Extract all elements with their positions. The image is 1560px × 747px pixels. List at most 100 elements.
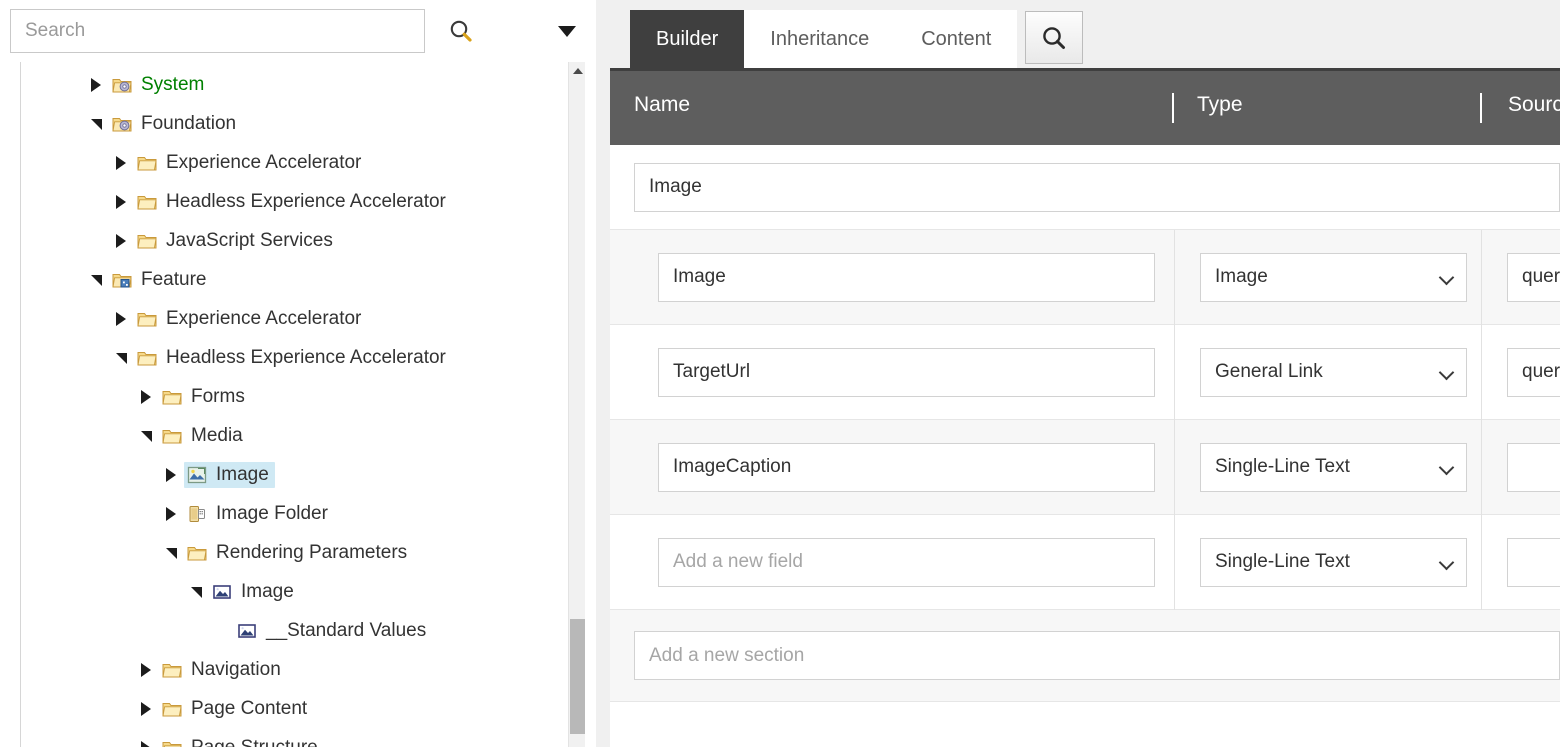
tree-item[interactable]: JavaScript Services — [21, 221, 585, 260]
triangle-down-icon — [116, 353, 127, 364]
tree-expand-toggle-expanded[interactable] — [133, 429, 159, 442]
triangle-right-icon — [91, 78, 101, 92]
tree-item[interactable]: __Standard Values — [21, 611, 585, 650]
field-row: Image — [610, 230, 1560, 325]
tab-content[interactable]: Content — [895, 10, 1017, 68]
add-new-section-input[interactable] — [634, 631, 1560, 680]
column-header-source: Source — [1508, 93, 1560, 117]
tree-expand-toggle-expanded[interactable] — [83, 273, 109, 286]
tree-item-link[interactable]: Experience Accelerator — [134, 306, 367, 332]
tree-item-link[interactable]: JavaScript Services — [134, 228, 339, 254]
section-name-input[interactable] — [634, 163, 1560, 212]
field-source-cell — [1482, 420, 1560, 515]
folder-icon — [161, 659, 183, 681]
add-section-row — [610, 610, 1560, 702]
tree-expand-toggle-collapsed[interactable] — [83, 78, 109, 92]
tree-expand-toggle-expanded[interactable] — [183, 585, 209, 598]
tree-item[interactable]: Forms — [21, 377, 585, 416]
chevron-up-icon — [573, 68, 583, 74]
field-type-cell: General Link — [1175, 325, 1482, 420]
column-header-type: Type — [1197, 93, 1243, 117]
tree-item[interactable]: Image — [21, 572, 585, 611]
field-name-input[interactable] — [658, 538, 1155, 587]
field-name-cell-inner — [610, 348, 1155, 397]
tree-scrollbar[interactable] — [568, 62, 585, 747]
triangle-down-icon — [91, 119, 102, 130]
field-type-select[interactable]: General Link — [1200, 348, 1467, 397]
builder-search-button[interactable] — [1025, 11, 1083, 64]
picture-icon — [236, 620, 258, 642]
field-name-input[interactable] — [658, 443, 1155, 492]
chevron-down-icon — [1439, 459, 1455, 475]
media-folder-icon — [186, 503, 208, 525]
tree-item-link[interactable]: Experience Accelerator — [134, 150, 367, 176]
tree-item-link[interactable]: Forms — [159, 384, 251, 410]
tree-item[interactable]: Page Structure — [21, 728, 585, 747]
tree-expand-toggle-collapsed[interactable] — [108, 312, 134, 326]
field-source-input[interactable] — [1507, 253, 1560, 302]
tab-builder[interactable]: Builder — [630, 10, 744, 68]
field-source-cell — [1482, 325, 1560, 420]
builder-body: Image General Link Single-Line Text Single-… — [610, 145, 1560, 747]
tree-item-link[interactable]: Page Content — [159, 696, 313, 722]
field-source-input[interactable] — [1507, 443, 1560, 492]
tree-expand-toggle-collapsed[interactable] — [158, 507, 184, 521]
tree-item[interactable]: System — [21, 65, 585, 104]
tree-item[interactable]: Rendering Parameters — [21, 533, 585, 572]
tree-expand-toggle-collapsed[interactable] — [133, 663, 159, 677]
tree-item-link[interactable]: Feature — [109, 267, 212, 293]
tree-expand-toggle-collapsed[interactable] — [158, 468, 184, 482]
tree-item-link[interactable]: Rendering Parameters — [184, 540, 413, 566]
field-type-value: Single-Line Text — [1215, 551, 1350, 573]
tree-item-link[interactable]: Image — [184, 462, 275, 488]
field-source-input[interactable] — [1507, 538, 1560, 587]
search-input[interactable] — [10, 9, 425, 53]
tree-item[interactable]: Foundation — [21, 104, 585, 143]
tree-item[interactable]: Navigation — [21, 650, 585, 689]
tree-expand-toggle-collapsed[interactable] — [108, 234, 134, 248]
tree-item-link[interactable]: Foundation — [109, 111, 242, 137]
tree-item[interactable]: Image Folder — [21, 494, 585, 533]
tree-search-bar — [0, 0, 610, 62]
tree-item-link[interactable]: Navigation — [159, 657, 287, 683]
tree-expand-toggle-expanded[interactable] — [108, 351, 134, 364]
tree-item[interactable]: Media — [21, 416, 585, 455]
field-type-select[interactable]: Image — [1200, 253, 1467, 302]
tree-item-link[interactable]: System — [109, 72, 210, 98]
scrollbar-thumb[interactable] — [570, 619, 585, 734]
tree-item-link[interactable]: Media — [159, 423, 249, 449]
tree-item-link[interactable]: Image — [209, 579, 300, 605]
tree-expand-toggle-collapsed[interactable] — [108, 156, 134, 170]
field-type-select[interactable]: Single-Line Text — [1200, 443, 1467, 492]
tree-expand-toggle-collapsed[interactable] — [108, 195, 134, 209]
tree-expand-toggle-collapsed[interactable] — [133, 390, 159, 404]
tree-item[interactable]: Feature — [21, 260, 585, 299]
search-options-dropdown[interactable] — [545, 9, 589, 53]
search-icon[interactable] — [439, 9, 483, 53]
tree-expand-toggle-collapsed[interactable] — [133, 702, 159, 716]
tree-item[interactable]: Page Content — [21, 689, 585, 728]
tree-item[interactable]: Headless Experience Accelerator — [21, 182, 585, 221]
field-type-cell-inner: Single-Line Text — [1175, 538, 1467, 587]
field-name-input[interactable] — [658, 253, 1155, 302]
folder-icon — [136, 308, 158, 330]
tree-item[interactable]: Experience Accelerator — [21, 143, 585, 182]
tree-item[interactable]: Image — [21, 455, 585, 494]
tree-expand-toggle-expanded[interactable] — [158, 546, 184, 559]
field-source-input[interactable] — [1507, 348, 1560, 397]
tree-item-link[interactable]: Image Folder — [184, 501, 334, 527]
tab-inheritance[interactable]: Inheritance — [744, 10, 895, 68]
tree-item-link[interactable]: Headless Experience Accelerator — [134, 189, 452, 215]
field-type-select[interactable]: Single-Line Text — [1200, 538, 1467, 587]
tree-expand-toggle-expanded[interactable] — [83, 117, 109, 130]
tree-item-label: Image — [216, 464, 269, 486]
scroll-up-button[interactable] — [569, 62, 585, 79]
tree-item-link[interactable]: Page Structure — [159, 735, 324, 747]
tree-item-link[interactable]: Headless Experience Accelerator — [134, 345, 452, 371]
field-name-input[interactable] — [658, 348, 1155, 397]
tree-item-link[interactable]: __Standard Values — [234, 618, 432, 644]
tree-expand-toggle-collapsed[interactable] — [133, 741, 159, 747]
column-header-row: Name Type Source — [610, 68, 1560, 145]
tree-item[interactable]: Headless Experience Accelerator — [21, 338, 585, 377]
tree-item[interactable]: Experience Accelerator — [21, 299, 585, 338]
